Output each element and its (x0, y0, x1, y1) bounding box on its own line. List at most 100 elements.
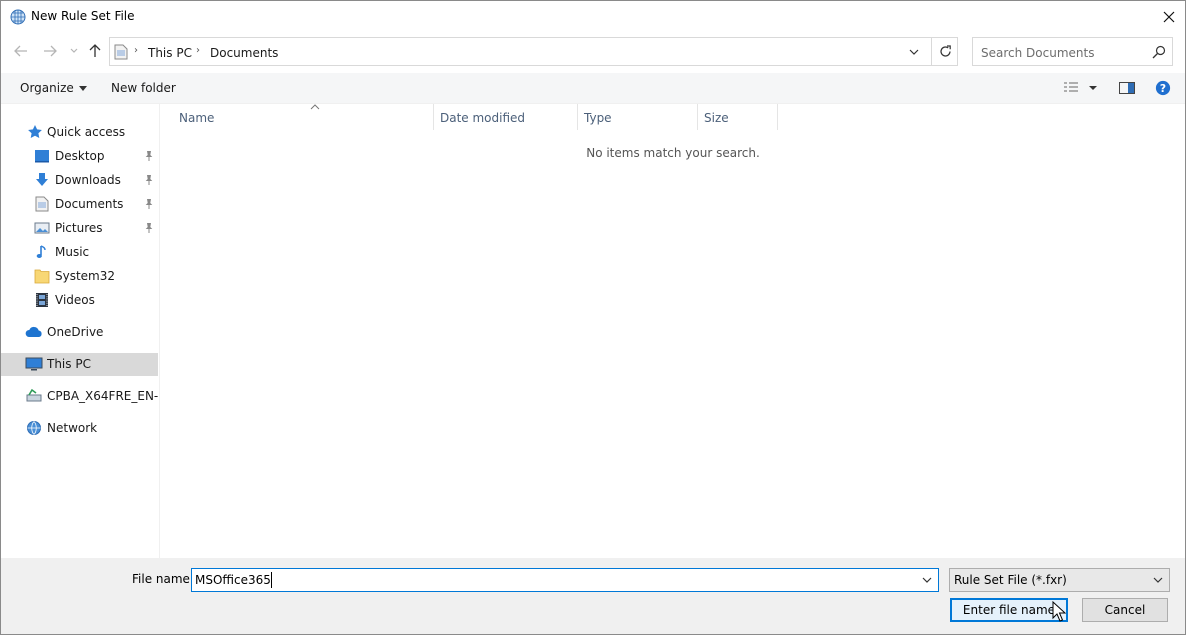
cancel-button[interactable]: Cancel (1082, 598, 1168, 622)
breadcrumb-separator-icon: › (196, 45, 200, 56)
column-header-label: Date modified (440, 111, 526, 125)
sidebar-item-documents[interactable]: Documents (1, 193, 158, 216)
network-icon (27, 421, 41, 435)
sidebar-item-network[interactable]: Network (1, 417, 158, 440)
up-button[interactable] (85, 41, 105, 61)
file-name-label: File name: (132, 572, 194, 586)
navigation-pane: Quick access Desktop Downloads Documents… (1, 104, 160, 558)
pin-icon[interactable] (144, 174, 154, 186)
column-header-label: Size (704, 111, 729, 125)
breadcrumb-separator-icon: › (134, 45, 138, 56)
pin-icon[interactable] (144, 150, 154, 162)
pictures-icon (34, 222, 50, 234)
close-icon (1163, 11, 1175, 22)
column-header-label: Name (179, 111, 215, 125)
sidebar-item-downloads[interactable]: Downloads (1, 169, 158, 192)
enter-file-name-button[interactable]: Enter file name (950, 598, 1068, 622)
close-button[interactable] (1153, 1, 1185, 32)
chevron-down-icon (922, 577, 932, 583)
film-icon (36, 293, 48, 307)
disc-drive-icon (26, 388, 42, 402)
documents-icon (35, 196, 49, 212)
computer-icon (25, 357, 43, 371)
sidebar-item-cpba-drive[interactable]: CPBA_X64FRE_EN-US (1, 385, 159, 408)
text-cursor (270, 572, 272, 588)
back-button[interactable] (11, 41, 31, 61)
forward-button[interactable] (40, 41, 60, 61)
view-details-icon[interactable] (1063, 80, 1081, 96)
save-file-dialog: New Rule Set File › This PC › Documents … (0, 0, 1186, 635)
search-placeholder: Search Documents (981, 46, 1095, 60)
sidebar-item-pictures[interactable]: Pictures (1, 217, 158, 240)
dialog-footer: File name: MSOffice365 Rule Set File (*.… (1, 558, 1185, 634)
file-type-value: Rule Set File (*.fxr) (954, 573, 1067, 587)
cloud-icon (25, 326, 42, 337)
globe-grid-icon (10, 9, 26, 25)
pin-icon[interactable] (144, 222, 154, 234)
new-folder-button[interactable]: New folder (111, 81, 176, 95)
sidebar-item-videos[interactable]: Videos (1, 289, 158, 312)
preview-pane-icon[interactable] (1118, 80, 1136, 96)
empty-state-message: No items match your search. (586, 146, 760, 160)
chevron-down-icon (909, 49, 919, 55)
recent-locations-button[interactable] (67, 41, 81, 61)
sidebar-item-this-pc[interactable]: This PC (1, 353, 158, 376)
title-bar: New Rule Set File (1, 1, 1185, 32)
file-name-input[interactable]: MSOffice365 (191, 568, 939, 592)
column-header-date-modified[interactable]: Date modified (433, 104, 578, 130)
desktop-folder-icon (35, 150, 49, 163)
search-input[interactable]: Search Documents (972, 37, 1173, 66)
svg-text:?: ? (1160, 82, 1166, 95)
file-type-select[interactable]: Rule Set File (*.fxr) (949, 568, 1170, 592)
arrow-up-icon (89, 44, 101, 57)
chevron-down-icon (1153, 577, 1163, 583)
help-icon[interactable]: ? (1154, 80, 1172, 96)
window-title: New Rule Set File (31, 9, 135, 23)
file-name-history-button[interactable] (918, 571, 936, 589)
sidebar-item-quick-access[interactable]: Quick access (1, 121, 158, 144)
sidebar-item-label: Documents (55, 197, 124, 211)
command-toolbar: Organize New folder ? (1, 73, 1185, 104)
sidebar-item-label: OneDrive (47, 325, 104, 339)
address-history-button[interactable] (903, 38, 925, 65)
sidebar-item-label: Videos (55, 293, 95, 307)
mouse-pointer-icon (1052, 601, 1066, 622)
column-header-name[interactable]: Name (172, 104, 434, 130)
organize-label: Organize (20, 81, 74, 95)
sidebar-item-label: Network (47, 421, 98, 435)
chevron-down-icon (70, 48, 78, 53)
downloads-arrow-icon (36, 173, 48, 186)
sidebar-item-system32[interactable]: System32 (1, 265, 158, 288)
file-list[interactable]: Name Date modified Type Size No items ma… (161, 104, 1185, 558)
star-icon (28, 125, 42, 138)
sidebar-item-label: System32 (55, 269, 116, 283)
breadcrumb-this-pc[interactable]: This PC (148, 46, 192, 60)
sidebar-item-music[interactable]: Music (1, 241, 158, 264)
view-options-caret-icon[interactable] (1087, 80, 1099, 96)
sidebar-item-label: Music (55, 245, 90, 259)
organize-menu-button[interactable]: Organize (20, 81, 87, 95)
refresh-icon (939, 45, 951, 57)
caret-down-icon (78, 86, 87, 91)
column-header-size[interactable]: Size (697, 104, 778, 130)
sidebar-item-onedrive[interactable]: OneDrive (1, 321, 158, 344)
search-icon (1152, 45, 1166, 59)
file-name-value: MSOffice365 (195, 573, 271, 587)
sidebar-item-label: Pictures (55, 221, 103, 235)
sidebar-item-desktop[interactable]: Desktop (1, 145, 158, 168)
sidebar-item-label: Downloads (55, 173, 121, 187)
pin-icon[interactable] (144, 198, 154, 210)
sidebar-item-label: This PC (47, 357, 91, 371)
sidebar-item-label: Quick access (47, 125, 126, 139)
address-bar[interactable]: › This PC › Documents (109, 37, 958, 66)
file-type-dropdown-button[interactable] (1150, 572, 1166, 588)
column-header-type[interactable]: Type (577, 104, 698, 130)
arrow-right-icon (44, 45, 57, 57)
sidebar-item-label: CPBA_X64FRE_EN-US (47, 389, 159, 403)
breadcrumb-documents[interactable]: Documents (210, 46, 278, 60)
refresh-button[interactable] (931, 38, 958, 65)
column-header-label: Type (584, 111, 612, 125)
navigation-bar: › This PC › Documents Search Documents (1, 35, 1185, 67)
music-note-icon (36, 245, 46, 258)
arrow-left-icon (14, 45, 27, 57)
